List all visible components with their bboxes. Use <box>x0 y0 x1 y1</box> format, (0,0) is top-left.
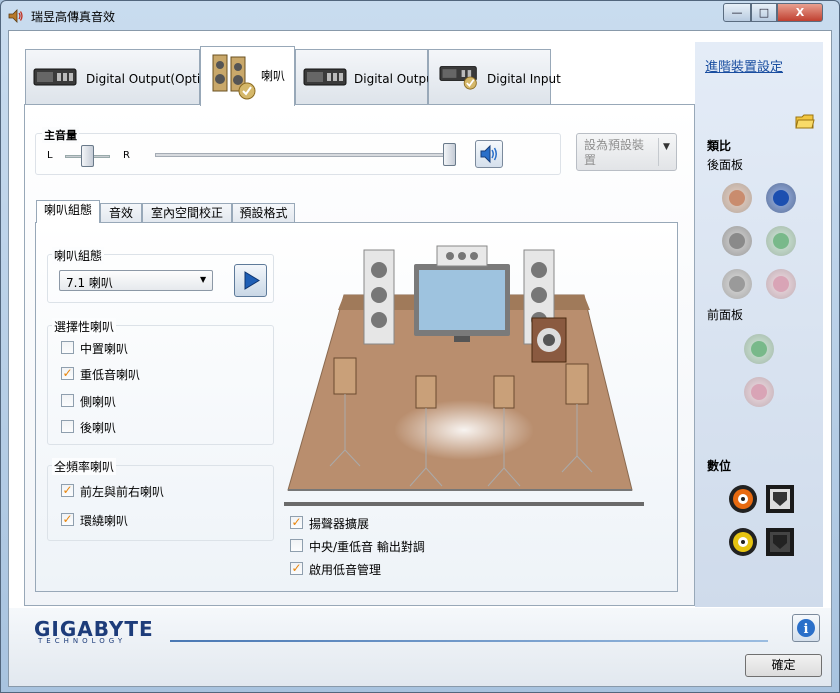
speaker-fill-checkbox[interactable]: ✓ <box>290 516 303 529</box>
tab-optical-output[interactable]: Digital Output(Optical) <box>25 49 222 105</box>
digital-output-icon <box>303 68 347 86</box>
front-jack-pink[interactable] <box>744 377 774 407</box>
side-speaker-label: 側喇叭 <box>80 395 117 409</box>
volume-slider-track[interactable] <box>155 153 455 157</box>
master-volume-title: 主音量 <box>42 127 79 143</box>
tab-default-format[interactable]: 預設格式 <box>232 203 295 223</box>
window-title: 瑞昱高傳真音效 <box>31 10 116 24</box>
center-speaker-label: 中置喇叭 <box>80 342 129 356</box>
front-panel-label: 前面板 <box>707 308 744 322</box>
set-default-device-button[interactable]: 設為預設裝置 ▼ <box>576 133 677 171</box>
digital-heading: 數位 <box>707 459 732 473</box>
tab-room-correction[interactable]: 室內空間校正 <box>142 203 232 223</box>
analog-heading: 類比 <box>707 139 732 153</box>
gigabyte-logo-sub: TECHNOLOGY <box>38 637 127 645</box>
volume-icon <box>480 144 497 164</box>
chevron-down-icon[interactable]: ▼ <box>663 142 670 152</box>
balance-slider-thumb[interactable] <box>81 145 94 167</box>
minimize-button[interactable]: — <box>723 3 751 22</box>
set-default-label: 設為預設裝置 <box>584 138 645 167</box>
full-range-title: 全頻率喇叭 <box>52 458 117 475</box>
side-speaker-checkbox[interactable] <box>61 394 74 407</box>
tab-digital-input-label: Digital Input <box>487 72 561 86</box>
rear-speaker-label: 後喇叭 <box>80 421 117 435</box>
subwoofer-label: 重低音喇叭 <box>80 368 141 382</box>
mute-button[interactable] <box>475 140 503 168</box>
center-speaker-icon <box>436 245 488 267</box>
optical-port-icon[interactable] <box>765 484 795 514</box>
center-sub-swap-checkbox[interactable] <box>290 539 303 552</box>
tab-digital-input[interactable]: Digital Input <box>428 49 561 105</box>
speaker-icon <box>212 54 256 100</box>
full-range-group <box>47 465 274 541</box>
subwoofer-icon <box>531 317 567 363</box>
center-speaker-checkbox[interactable] <box>61 341 74 354</box>
speaker-config-title: 喇叭組態 <box>52 247 105 264</box>
svg-text:i: i <box>804 622 809 637</box>
info-button[interactable]: i <box>792 614 820 642</box>
coaxial-yellow-jack-icon[interactable] <box>728 527 758 557</box>
speaker-icon <box>8 9 23 23</box>
digital-input-icon <box>439 66 477 90</box>
tab-digital-output-label: Digital Output <box>354 72 439 86</box>
speaker-config-select[interactable]: 7.1 喇叭 ▼ <box>59 270 213 291</box>
bass-management-checkbox[interactable]: ✓ <box>290 562 303 575</box>
test-play-button[interactable] <box>234 264 267 297</box>
speaker-room-illustration <box>284 245 644 506</box>
title-bar[interactable]: 瑞昱高傳真音效 — □ X <box>1 1 839 31</box>
center-sub-swap-label: 中央/重低音 輸出對調 <box>309 540 425 554</box>
advanced-settings-link[interactable]: 進階裝置設定 <box>705 56 783 75</box>
optical-output-icon <box>33 68 77 86</box>
chevron-down-icon: ▼ <box>200 275 207 284</box>
speaker-config-value: 7.1 喇叭 <box>66 276 113 290</box>
ok-button[interactable]: 確定 <box>745 654 822 677</box>
rear-jack-blue[interactable] <box>766 183 796 213</box>
bass-management-label: 啟用低音管理 <box>309 563 382 577</box>
coaxial-orange-jack-icon[interactable] <box>728 484 758 514</box>
front-lr-checkbox[interactable]: ✓ <box>61 484 74 497</box>
optional-speakers-title: 選擇性喇叭 <box>52 318 117 335</box>
tab-digital-output[interactable]: Digital Output <box>295 49 438 105</box>
surround-label: 環繞喇叭 <box>80 514 129 528</box>
balance-left-label: L <box>47 150 53 161</box>
info-icon: i <box>797 619 815 637</box>
surround-checkbox[interactable]: ✓ <box>61 513 74 526</box>
rear-jack-gray-2[interactable] <box>722 269 752 299</box>
optical-port-input-icon[interactable] <box>765 527 795 557</box>
speaker-fill-label: 揚聲器擴展 <box>309 517 370 531</box>
maximize-button[interactable]: □ <box>751 3 777 22</box>
tab-speaker-config[interactable]: 喇叭組態 <box>36 200 100 223</box>
tv-icon <box>414 264 510 342</box>
rear-jack-gray[interactable] <box>722 226 752 256</box>
folder-icon[interactable] <box>795 112 815 130</box>
button-divider <box>658 138 659 166</box>
rear-speaker-checkbox[interactable] <box>61 420 74 433</box>
close-button[interactable]: X <box>777 3 823 22</box>
tab-sound-effects[interactable]: 音效 <box>100 203 142 223</box>
front-lr-label: 前左與前右喇叭 <box>80 485 165 499</box>
front-left-speaker-icon <box>363 249 395 345</box>
rear-jack-green[interactable] <box>766 226 796 256</box>
volume-slider-thumb[interactable] <box>443 143 456 166</box>
subwoofer-checkbox[interactable]: ✓ <box>61 367 74 380</box>
rear-jack-pink[interactable] <box>766 269 796 299</box>
tab-speakers[interactable]: 喇叭 <box>200 46 295 106</box>
footer-divider <box>170 640 768 642</box>
play-icon <box>244 271 260 290</box>
rear-jack-orange[interactable] <box>722 183 752 213</box>
front-jack-green[interactable] <box>744 334 774 364</box>
balance-right-label: R <box>123 150 130 161</box>
tab-speakers-label: 喇叭 <box>261 69 286 83</box>
rear-panel-label: 後面板 <box>707 158 744 172</box>
